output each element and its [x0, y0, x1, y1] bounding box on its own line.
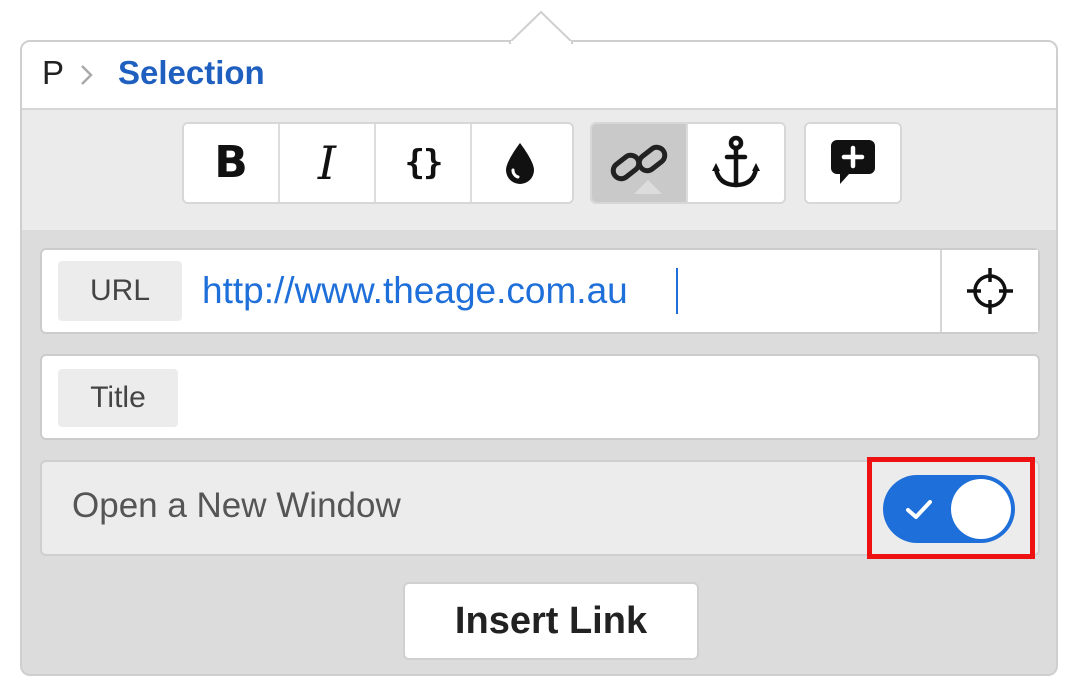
comment-add-icon: [831, 140, 875, 184]
popover-pointer: [509, 10, 573, 44]
toggle-knob: [951, 479, 1011, 539]
check-icon: [906, 500, 932, 519]
breadcrumb: P Selection: [22, 42, 1056, 110]
anchor-button[interactable]: [688, 124, 784, 202]
add-comment-button[interactable]: [806, 124, 900, 202]
new-window-label: Open a New Window: [72, 486, 401, 525]
toolbar-active-caret: [634, 180, 662, 194]
breadcrumb-parent[interactable]: P: [42, 54, 64, 92]
code-braces-icon: {}: [404, 143, 444, 183]
chevron-right-icon: [81, 65, 93, 85]
text-cursor: [676, 268, 678, 314]
crosshair-icon: [967, 268, 1013, 314]
text-format-group: B I {}: [182, 122, 574, 204]
url-row: URL: [40, 248, 1040, 334]
color-button[interactable]: [472, 124, 568, 202]
comment-group: [804, 122, 902, 204]
code-button[interactable]: {}: [376, 124, 472, 202]
title-row: Title: [40, 354, 1040, 440]
title-label: Title: [58, 369, 178, 427]
bold-button[interactable]: B: [184, 124, 280, 202]
anchor-icon: [712, 135, 760, 188]
format-toolbar: B I {}: [22, 110, 1056, 230]
link-group: [590, 122, 786, 204]
new-window-toggle[interactable]: [883, 475, 1015, 543]
pick-target-button[interactable]: [940, 250, 1038, 332]
italic-icon: I: [317, 136, 337, 190]
color-drop-icon: [506, 143, 534, 184]
italic-button[interactable]: I: [280, 124, 376, 202]
title-input[interactable]: [202, 366, 1022, 428]
url-input[interactable]: [202, 260, 932, 322]
breadcrumb-current: Selection: [118, 54, 265, 91]
bold-icon: B: [214, 137, 248, 188]
url-label: URL: [58, 261, 182, 321]
insert-link-button[interactable]: Insert Link: [403, 582, 699, 660]
link-popover: P Selection B I {} URL http://www.theage…: [20, 40, 1058, 676]
